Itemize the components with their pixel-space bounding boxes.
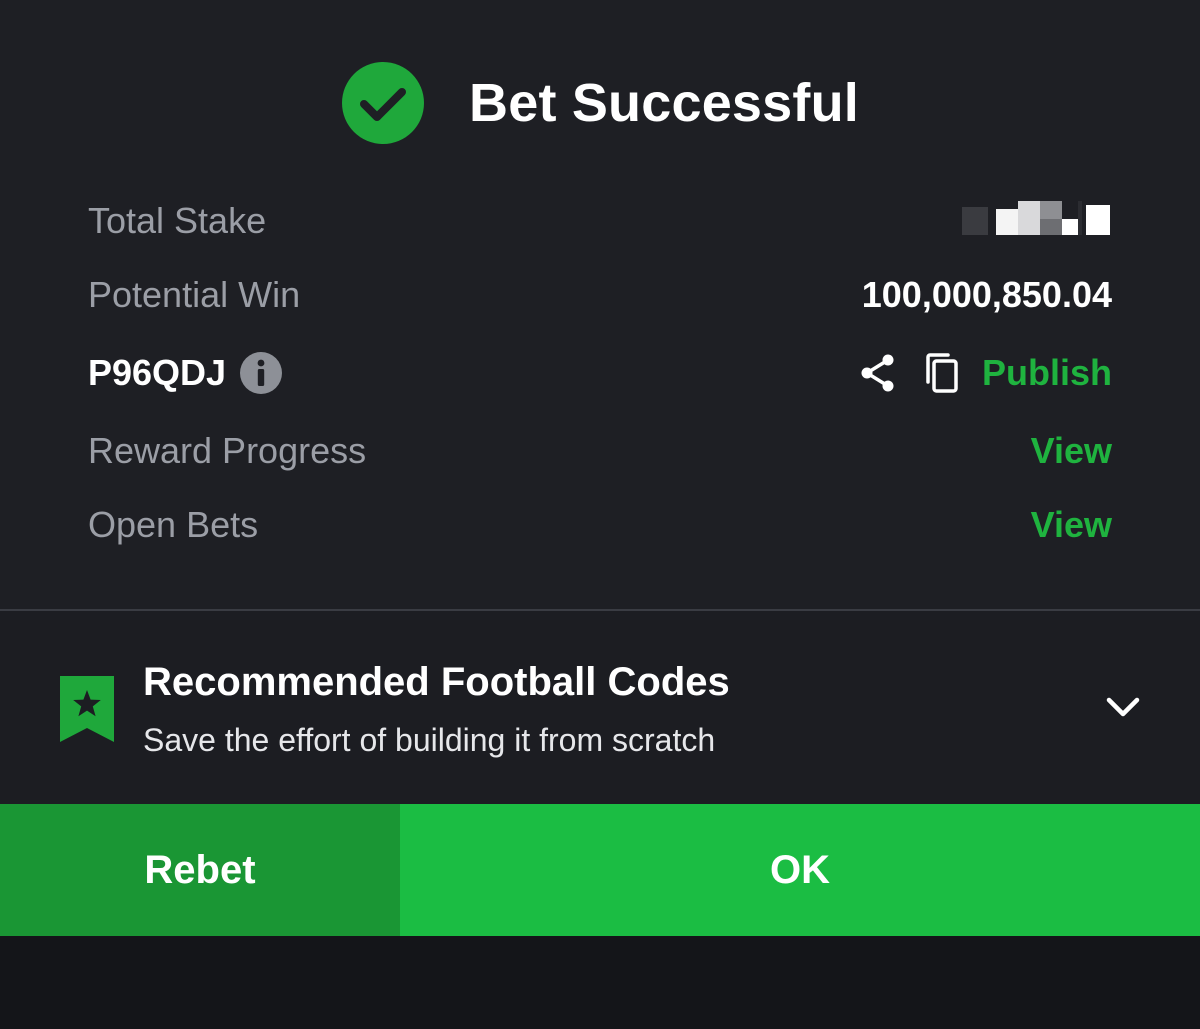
chevron-down-icon[interactable] bbox=[1104, 692, 1142, 722]
open-bets-row: Open Bets View bbox=[88, 500, 1112, 550]
reward-progress-view-link[interactable]: View bbox=[1031, 430, 1112, 472]
recommended-codes-title: Recommended Football Codes bbox=[143, 660, 730, 704]
booking-code-actions: Publish bbox=[858, 352, 1112, 394]
booking-code-row: P96QDJ Publish bbox=[88, 348, 1112, 398]
publish-link[interactable]: Publish bbox=[982, 352, 1112, 394]
potential-win-label: Potential Win bbox=[88, 274, 301, 315]
booking-code-text: P96QDJ bbox=[88, 352, 227, 393]
recommended-codes-panel[interactable] bbox=[0, 611, 1200, 804]
rebet-button[interactable]: Rebet bbox=[0, 804, 400, 936]
dialog-title: Bet Successful bbox=[469, 73, 859, 133]
total-stake-row: Total Stake bbox=[88, 196, 1112, 246]
open-bets-view-link[interactable]: View bbox=[1031, 504, 1112, 546]
reward-progress-row: Reward Progress View bbox=[88, 426, 1112, 476]
total-stake-label: Total Stake bbox=[88, 200, 267, 241]
open-bets-label: Open Bets bbox=[88, 504, 259, 545]
dialog-header: Bet Successful bbox=[0, 60, 1200, 146]
bookmark-star-icon bbox=[60, 676, 114, 742]
potential-win-value: 100,000,850.04 bbox=[861, 274, 1112, 315]
info-icon[interactable] bbox=[240, 352, 283, 394]
check-circle-icon bbox=[342, 62, 425, 144]
booking-code: P96QDJ bbox=[88, 352, 283, 394]
potential-win-row: Potential Win 100,000,850.04 bbox=[88, 270, 1112, 320]
reward-progress-label: Reward Progress bbox=[88, 430, 367, 471]
ok-button[interactable]: OK bbox=[400, 804, 1200, 936]
share-icon[interactable] bbox=[858, 352, 900, 394]
recommended-codes-subtitle: Save the effort of building it from scra… bbox=[143, 722, 716, 758]
copy-icon[interactable] bbox=[922, 352, 964, 394]
total-stake-redacted-value bbox=[962, 201, 1112, 241]
bet-success-dialog: Bet Successful Total Stake Potential Win… bbox=[0, 0, 1200, 1029]
